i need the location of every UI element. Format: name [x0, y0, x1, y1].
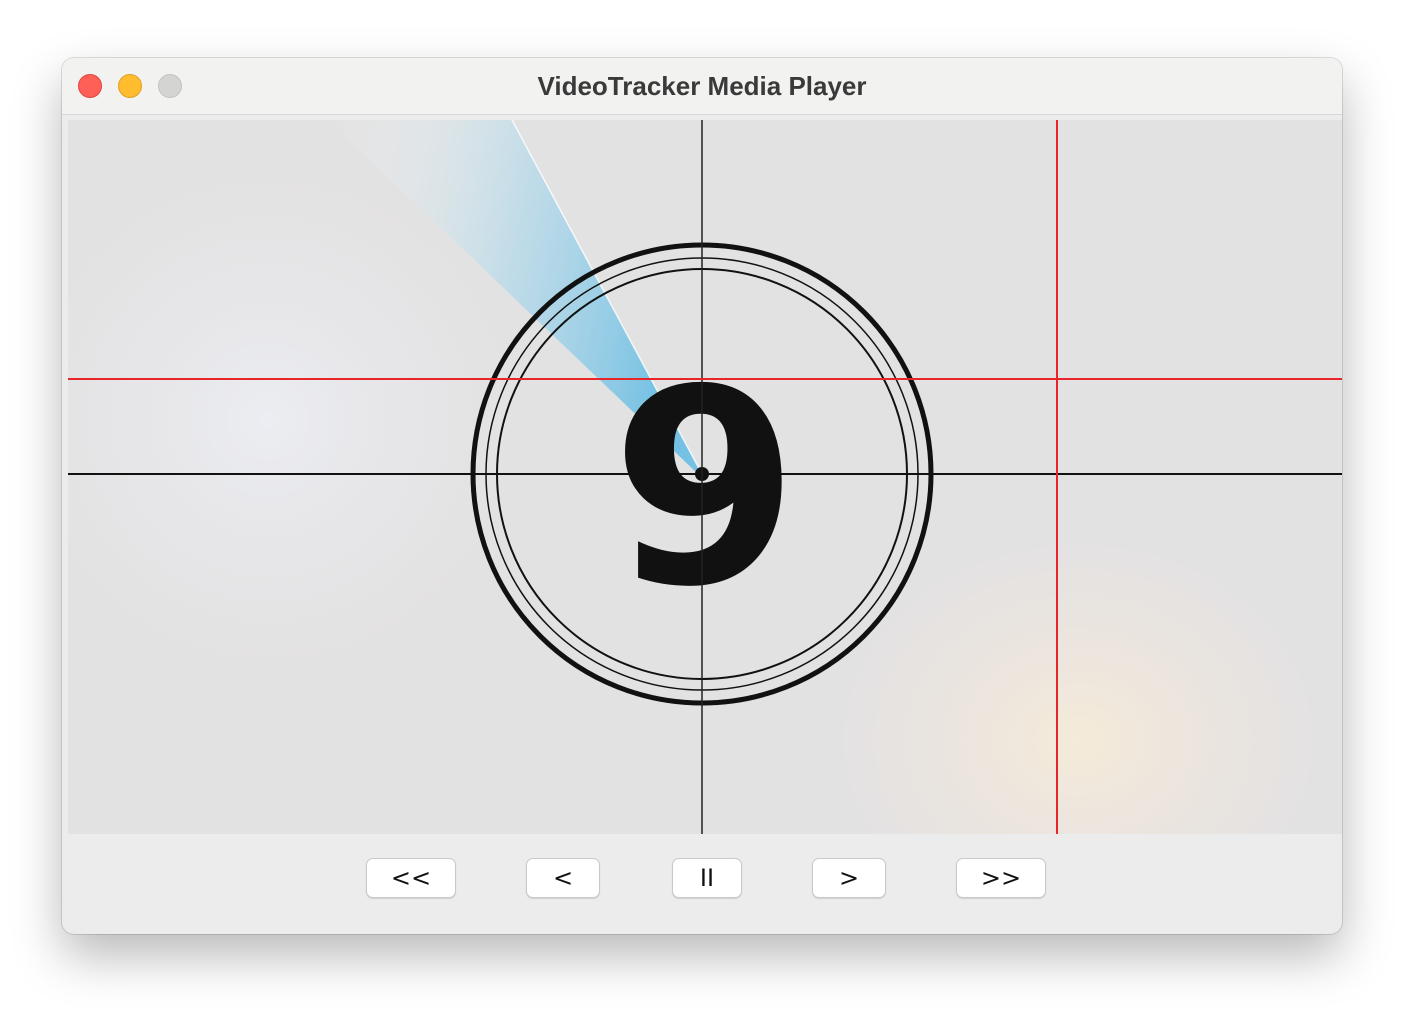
fast-forward-button[interactable]: >> — [956, 858, 1046, 898]
title-bar[interactable]: VideoTracker Media Player — [62, 58, 1342, 115]
window-title: VideoTracker Media Player — [537, 71, 867, 101]
rewind-button[interactable]: << — [366, 858, 456, 898]
playback-controls: << < II > >> — [62, 834, 1342, 934]
media-player-window: VideoTracker Media Player 9 << < II > >> — [62, 58, 1342, 934]
video-frame-canvas: 9 — [68, 120, 1342, 834]
step-back-button[interactable]: < — [526, 858, 600, 898]
step-forward-button[interactable]: > — [812, 858, 886, 898]
pause-button[interactable]: II — [672, 858, 742, 898]
video-frame[interactable]: 9 — [68, 120, 1342, 834]
